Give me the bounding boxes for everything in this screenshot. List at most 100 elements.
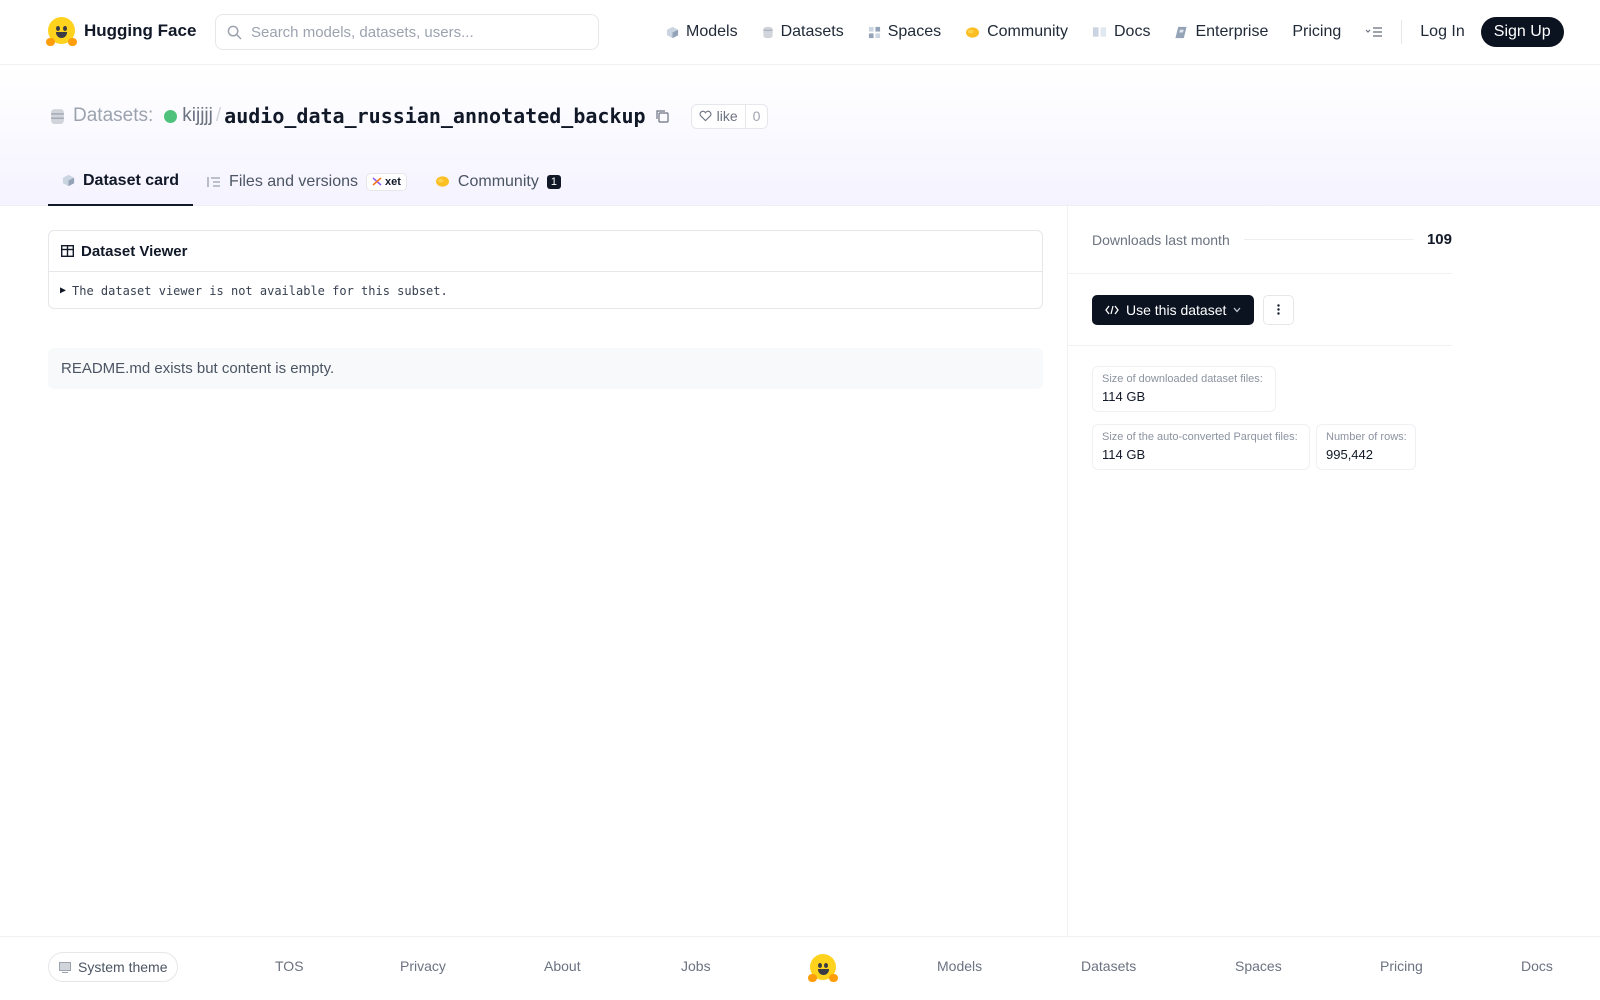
nav-docs-label: Docs	[1114, 23, 1151, 40]
expand-triangle-icon: ▶	[60, 285, 67, 296]
nav-spaces[interactable]: Spaces	[868, 23, 941, 41]
footer-link-docs[interactable]: Docs	[1521, 958, 1553, 974]
nav-models-label: Models	[686, 23, 738, 40]
stat-parquet-size: Size of the auto-converted Parquet files…	[1092, 424, 1310, 470]
tab-community-label: Community	[457, 172, 539, 190]
like-button[interactable]: like	[692, 104, 746, 128]
xet-icon	[372, 177, 382, 186]
footer-link-privacy[interactable]: Privacy	[400, 958, 446, 974]
use-this-dataset-button[interactable]: Use this dataset	[1092, 294, 1255, 325]
stat-row-count: Number of rows: 995,442	[1316, 424, 1416, 470]
tab-files-label: Files and versions	[229, 172, 358, 190]
viewer-unavailable-message: The dataset viewer is not available for …	[72, 283, 448, 298]
dataset-stats: Size of downloaded dataset files: 114 GB…	[1068, 346, 1428, 470]
footer-link-jobs[interactable]: Jobs	[681, 958, 711, 974]
repo-type-label[interactable]: Datasets:	[73, 105, 153, 127]
dataset-viewer-header: Dataset Viewer	[49, 231, 1042, 272]
stat-value: 114 GB	[1102, 447, 1146, 462]
login-link[interactable]: Log In	[1420, 23, 1464, 41]
footer-link-spaces[interactable]: Spaces	[1235, 958, 1282, 974]
vertical-dots-icon	[1277, 304, 1281, 315]
stat-value: 995,442	[1326, 447, 1373, 462]
table-icon	[61, 245, 74, 257]
repo-header: Datasets: kijjjj / audio_data_russian_an…	[0, 65, 1600, 206]
more-options-button[interactable]	[1263, 294, 1295, 325]
main-nav: Models Datasets Spaces Community Docs En…	[666, 17, 1564, 47]
use-dataset-row: Use this dataset	[1068, 274, 1452, 346]
menu-icon	[1365, 27, 1383, 37]
nav-enterprise[interactable]: Enterprise	[1174, 23, 1268, 41]
dataset-viewer-panel: Dataset Viewer ▶ The dataset viewer is n…	[48, 230, 1043, 309]
nav-docs[interactable]: Docs	[1092, 23, 1150, 41]
repo-title: Datasets: kijjjj / audio_data_russian_an…	[50, 103, 769, 129]
nav-pricing-label: Pricing	[1292, 23, 1342, 40]
footer-link-about[interactable]: About	[544, 958, 581, 974]
nav-datasets[interactable]: Datasets	[762, 23, 844, 41]
monitor-icon	[59, 961, 71, 973]
xet-badge: xet	[366, 172, 407, 191]
enterprise-icon	[1175, 26, 1188, 38]
footer-link-pricing[interactable]: Pricing	[1380, 958, 1423, 974]
like-button-group: like 0	[690, 103, 769, 129]
like-label: like	[716, 108, 738, 124]
use-this-dataset-label: Use this dataset	[1126, 301, 1227, 318]
grid-icon	[868, 26, 880, 38]
nav-models[interactable]: Models	[666, 23, 738, 41]
xet-badge-label: xet	[385, 175, 401, 188]
downloads-value: 109	[1426, 231, 1452, 248]
right-sidebar: Downloads last month 109 Use this datase…	[1068, 206, 1452, 470]
main-content: Dataset Viewer ▶ The dataset viewer is n…	[48, 230, 1043, 389]
footer-link-tos[interactable]: TOS	[275, 958, 304, 974]
heart-icon	[699, 110, 712, 122]
path-separator: /	[215, 105, 222, 126]
community-icon	[435, 176, 449, 187]
signup-button[interactable]: Sign Up	[1480, 17, 1564, 47]
community-icon	[966, 26, 980, 38]
tab-community[interactable]: Community 1	[421, 157, 575, 206]
hugging-face-logo-icon	[46, 17, 77, 46]
readme-empty-message: README.md exists but content is empty.	[61, 360, 335, 377]
tab-dataset-card-label: Dataset card	[83, 171, 180, 189]
repo-tabs: Dataset card Files and versions xet Comm…	[48, 157, 575, 206]
chevron-down-icon	[1233, 307, 1241, 312]
theme-toggle-label: System theme	[78, 959, 168, 975]
cube-icon	[666, 26, 679, 38]
cube-icon	[62, 174, 75, 187]
nav-community-label: Community	[987, 23, 1068, 40]
like-count[interactable]: 0	[746, 108, 768, 124]
search-box[interactable]	[215, 14, 599, 50]
stat-label: Number of rows:	[1326, 431, 1407, 443]
database-icon	[51, 108, 64, 124]
nav-divider	[1401, 20, 1403, 44]
repo-owner-link[interactable]: kijjjj	[182, 105, 213, 127]
repo-name-link[interactable]: audio_data_russian_annotated_backup	[224, 104, 645, 128]
nav-enterprise-label: Enterprise	[1195, 23, 1269, 40]
search-icon	[227, 25, 242, 39]
nav-community[interactable]: Community	[965, 23, 1068, 41]
stat-label: Size of downloaded dataset files:	[1102, 373, 1263, 385]
theme-toggle-button[interactable]: System theme	[48, 952, 179, 982]
downloads-label: Downloads last month	[1092, 231, 1230, 248]
page-footer: System theme TOS Privacy About Jobs Mode…	[0, 936, 1600, 1000]
footer-link-datasets[interactable]: Datasets	[1081, 958, 1136, 974]
stat-value: 114 GB	[1102, 389, 1146, 404]
viewer-unavailable-toggle[interactable]: ▶ The dataset viewer is not available fo…	[49, 272, 1042, 309]
brand-name: Hugging Face	[84, 20, 197, 40]
downloads-sparkline	[1243, 239, 1413, 240]
more-menu-button[interactable]	[1365, 26, 1383, 38]
top-navbar: Hugging Face Models Datasets Spaces Comm…	[0, 0, 1600, 65]
stat-download-size: Size of downloaded dataset files: 114 GB	[1092, 366, 1276, 412]
footer-link-models[interactable]: Models	[937, 958, 982, 974]
brand-logo-link[interactable]: Hugging Face	[46, 17, 197, 46]
copy-icon[interactable]	[655, 109, 669, 123]
downloads-row: Downloads last month 109	[1068, 206, 1452, 274]
footer-hugging-face-logo-icon[interactable]	[808, 954, 838, 982]
book-icon	[1092, 27, 1107, 37]
nav-pricing[interactable]: Pricing	[1292, 23, 1341, 41]
database-icon	[762, 26, 773, 38]
stat-label: Size of the auto-converted Parquet files…	[1102, 431, 1298, 443]
code-icon	[1105, 305, 1119, 314]
tab-files-and-versions[interactable]: Files and versions xet	[193, 157, 421, 206]
tab-dataset-card[interactable]: Dataset card	[48, 157, 194, 206]
search-input[interactable]	[251, 23, 571, 41]
